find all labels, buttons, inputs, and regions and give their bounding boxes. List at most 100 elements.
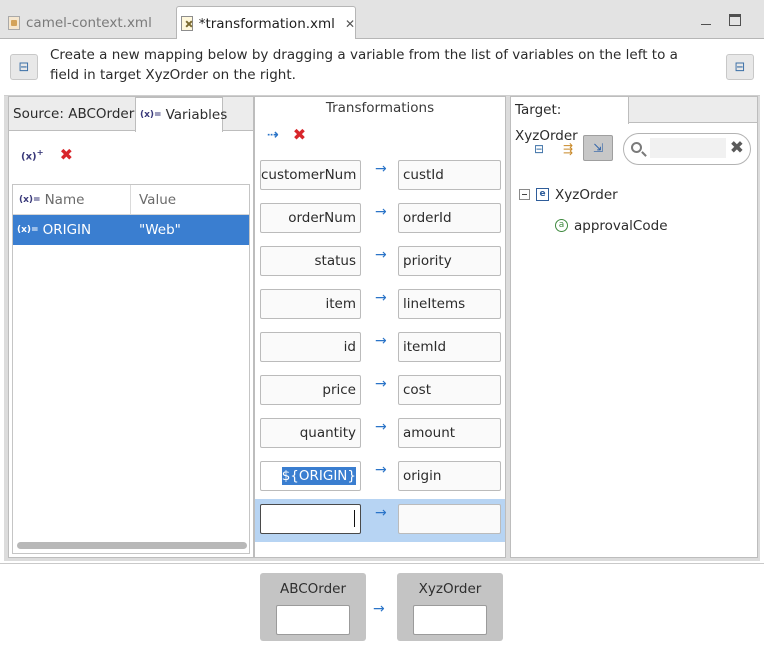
column-header-value[interactable]: Value [131, 192, 176, 208]
mapping-row[interactable]: status → priority [255, 241, 505, 284]
mapping-area: Source: ABCOrder (x)= Variables (x)+ ✖ (… [4, 95, 760, 561]
variable-icon: (x)= [17, 225, 39, 235]
target-drop-slot[interactable] [413, 605, 487, 635]
source-panel: Source: ABCOrder (x)= Variables (x)+ ✖ (… [8, 96, 254, 558]
tab-target[interactable]: Target: XyzOrder [511, 97, 629, 144]
tab-variables[interactable]: (x)= Variables [135, 97, 227, 132]
mapping-target-field[interactable]: custId [398, 160, 501, 190]
tree-item-root[interactable]: e XyzOrder [519, 179, 668, 210]
mapping-source-field[interactable]: ${ORIGIN} [260, 461, 361, 491]
add-mapping-icon[interactable]: ⇢ [267, 127, 279, 143]
tab-label: Variables [165, 107, 228, 123]
panel-title: Transformations [325, 100, 435, 116]
mapping-source-field[interactable]: quantity [260, 418, 361, 448]
mapping-source-field[interactable]: status [260, 246, 361, 276]
tab-camel-context[interactable]: camel-context.xml [8, 6, 152, 39]
element-icon: e [536, 188, 549, 201]
tab-source[interactable]: Source: ABCOrder [13, 97, 134, 131]
tree-item-label: XyzOrder [555, 186, 618, 203]
source-summary-box: ABCOrder [260, 573, 366, 641]
mapping-row[interactable]: orderNum → orderId [255, 198, 505, 241]
mapping-source-field[interactable]: id [260, 332, 361, 362]
target-tree: e XyzOrder a approvalCode [519, 179, 668, 241]
instruction-text: Create a new mapping below by dragging a… [50, 47, 678, 83]
mapping-target-field[interactable]: itemId [398, 332, 501, 362]
tree-layout-icon: ⊟ [18, 59, 30, 75]
mapping-row[interactable]: id → itemId [255, 327, 505, 370]
arrow-right-icon: → [375, 161, 387, 177]
target-tabs: Target: XyzOrder [511, 97, 757, 144]
mapping-summary: ABCOrder → XyzOrder [0, 563, 764, 657]
arrow-right-icon: → [375, 333, 387, 349]
mapping-row[interactable]: ${ORIGIN} → origin [255, 456, 505, 499]
arrow-right-icon: → [375, 419, 387, 435]
column-label: Name [44, 191, 85, 208]
xml-file-icon [181, 16, 193, 31]
column-header-name[interactable]: (x)= Name [13, 185, 131, 214]
mapping-target-field[interactable]: amount [398, 418, 501, 448]
tree-layout-icon: ⊟ [734, 59, 746, 75]
target-summary-box: XyzOrder [397, 573, 503, 641]
mapping-source-field[interactable]: customerNum [260, 160, 361, 190]
collapse-icon[interactable] [519, 189, 530, 200]
close-icon[interactable]: ✕ [345, 17, 355, 31]
arrow-right-icon: → [375, 505, 387, 521]
mapping-target-field[interactable] [398, 504, 501, 534]
show-source-button[interactable]: ⊟ [10, 54, 38, 80]
variable-name: ORIGIN [42, 222, 92, 238]
tab-label: camel-context.xml [26, 14, 152, 31]
mapping-row[interactable]: price → cost [255, 370, 505, 413]
toggle-mapped-icon[interactable]: ⇲ [583, 135, 613, 161]
arrow-right-icon: → [373, 601, 385, 617]
table-row[interactable]: (x)= ORIGIN "Web" [13, 215, 249, 245]
table-header: (x)= Name Value [13, 185, 249, 215]
variable-icon: (x)= [19, 194, 41, 205]
mapping-source-field[interactable]: item [260, 289, 361, 319]
mapping-row-selected[interactable]: → [255, 499, 505, 542]
tab-label: *transformation.xml [198, 15, 335, 32]
minimize-button[interactable] [700, 14, 712, 26]
source-tabs: Source: ABCOrder (x)= Variables [9, 97, 253, 132]
target-search: ✖ [623, 133, 751, 165]
mapping-source-field[interactable]: orderNum [260, 203, 361, 233]
delete-variable-icon[interactable]: ✖ [60, 147, 73, 163]
editor-tab-bar: camel-context.xml *transformation.xml ✕ [0, 0, 764, 40]
attribute-icon: a [555, 219, 568, 232]
source-drop-slot[interactable] [276, 605, 350, 635]
mapping-target-field[interactable]: lineItems [398, 289, 501, 319]
file-icon [8, 15, 20, 30]
arrow-right-icon: → [375, 462, 387, 478]
transformations-panel: Transformations ⇢ ✖ customerNum → custId… [254, 96, 506, 558]
variable-value: "Web" [139, 222, 181, 238]
variable-icon: (x)= [140, 110, 162, 120]
clear-search-icon[interactable]: ✖ [730, 138, 744, 158]
tab-transformation[interactable]: *transformation.xml ✕ [176, 6, 356, 40]
mapping-target-field[interactable]: orderId [398, 203, 501, 233]
delete-mapping-icon[interactable]: ✖ [293, 127, 306, 143]
tree-item-attribute[interactable]: a approvalCode [519, 210, 668, 241]
selected-expression: ${ORIGIN} [281, 467, 356, 485]
mapping-target-field[interactable]: cost [398, 375, 501, 405]
collapse-all-icon[interactable]: ⊟ [527, 137, 551, 161]
search-input[interactable] [650, 138, 726, 158]
maximize-button[interactable] [729, 14, 741, 26]
arrow-right-icon: → [375, 376, 387, 392]
add-variable-icon[interactable]: (x)+ [21, 147, 44, 162]
transformation-editor: ⊟ Create a new mapping below by dragging… [0, 39, 764, 657]
variables-toolbar: (x)+ ✖ [21, 147, 73, 163]
text-caret [354, 510, 355, 527]
horizontal-scrollbar[interactable] [17, 542, 247, 549]
show-target-button[interactable]: ⊟ [726, 54, 754, 80]
mapping-source-field[interactable]: price [260, 375, 361, 405]
mapping-row[interactable]: customerNum → custId [255, 155, 505, 198]
mapping-target-field[interactable]: origin [398, 461, 501, 491]
target-summary-label: XyzOrder [418, 581, 482, 597]
variables-table: (x)= Name Value (x)= ORIGIN "Web" [12, 184, 250, 554]
filter-mapped-icon[interactable]: ⇶ [556, 137, 580, 161]
arrow-right-icon: → [375, 247, 387, 263]
mapping-source-field[interactable] [260, 504, 361, 534]
mapping-row[interactable]: item → lineItems [255, 284, 505, 327]
mapping-target-field[interactable]: priority [398, 246, 501, 276]
transformations-toolbar: ⇢ ✖ [267, 127, 306, 144]
mapping-row[interactable]: quantity → amount [255, 413, 505, 456]
